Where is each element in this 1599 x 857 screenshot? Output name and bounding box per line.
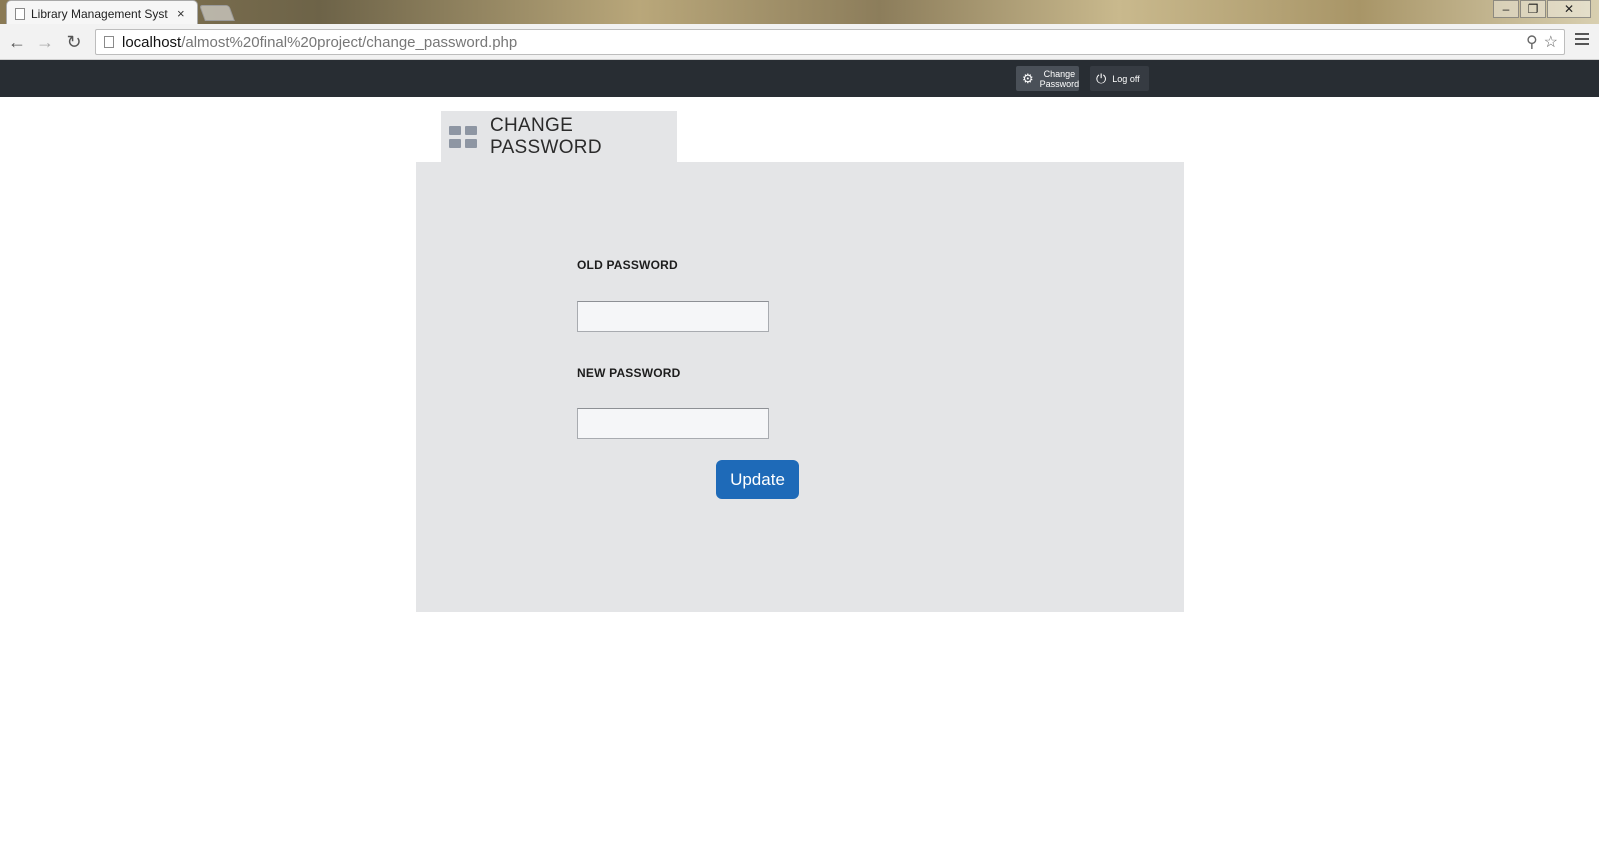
forward-arrow-icon[interactable]: → [34, 31, 56, 53]
update-button[interactable]: Update [716, 460, 799, 499]
minimize-button[interactable]: – [1493, 0, 1519, 18]
browser-titlebar: Library Management Syst × – ❐ ✕ [0, 0, 1599, 26]
url-host: localhost [122, 33, 182, 51]
change-password-label: Change Password [1039, 68, 1080, 89]
omnibox-icons: ⚲ ☆ [1526, 32, 1558, 52]
change-password-button[interactable]: ⚙ Change Password [1016, 66, 1079, 91]
bookmark-star-icon[interactable]: ☆ [1544, 32, 1558, 52]
new-password-input[interactable] [577, 408, 769, 439]
url-path: /almost%20final%20project/change_passwor… [181, 33, 518, 51]
page-icon [104, 36, 114, 48]
browser-menu-icon[interactable] [1575, 33, 1589, 48]
old-password-input[interactable] [577, 301, 769, 332]
change-password-form: OLD PASSWORD NEW PASSWORD Update [416, 162, 1184, 612]
tab-close-icon[interactable]: × [177, 6, 185, 21]
old-password-label: OLD PASSWORD [577, 258, 678, 272]
log-off-button[interactable]: ⏻ Log off [1090, 66, 1149, 91]
browser-tab-active[interactable]: Library Management Syst × [6, 0, 198, 26]
close-window-button[interactable]: ✕ [1547, 0, 1591, 18]
gear-icon: ⚙ [1022, 70, 1034, 86]
browser-toolbar: ← → ↻ localhost/almost%20final%20project… [0, 24, 1599, 60]
new-tab-button[interactable] [199, 5, 235, 21]
power-icon: ⏻ [1096, 70, 1107, 86]
page-title: CHANGE PASSWORD [490, 114, 602, 158]
back-arrow-icon[interactable]: ← [6, 31, 28, 53]
reload-icon[interactable]: ↻ [63, 31, 85, 53]
zoom-icon[interactable]: ⚲ [1526, 32, 1538, 52]
maximize-button[interactable]: ❐ [1520, 0, 1546, 18]
tab-title: Library Management Syst [31, 6, 168, 21]
address-bar[interactable]: localhost/almost%20final%20project/chang… [95, 29, 1565, 55]
window-controls: – ❐ ✕ [1492, 0, 1591, 18]
new-password-label: NEW PASSWORD [577, 366, 681, 380]
dashboard-grid-icon [449, 125, 477, 148]
app-header: ⚙ Change Password ⏻ Log off [0, 60, 1599, 97]
panel-heading: CHANGE PASSWORD [441, 111, 677, 162]
page-icon [15, 7, 25, 20]
log-off-label: Log off [1112, 73, 1140, 84]
